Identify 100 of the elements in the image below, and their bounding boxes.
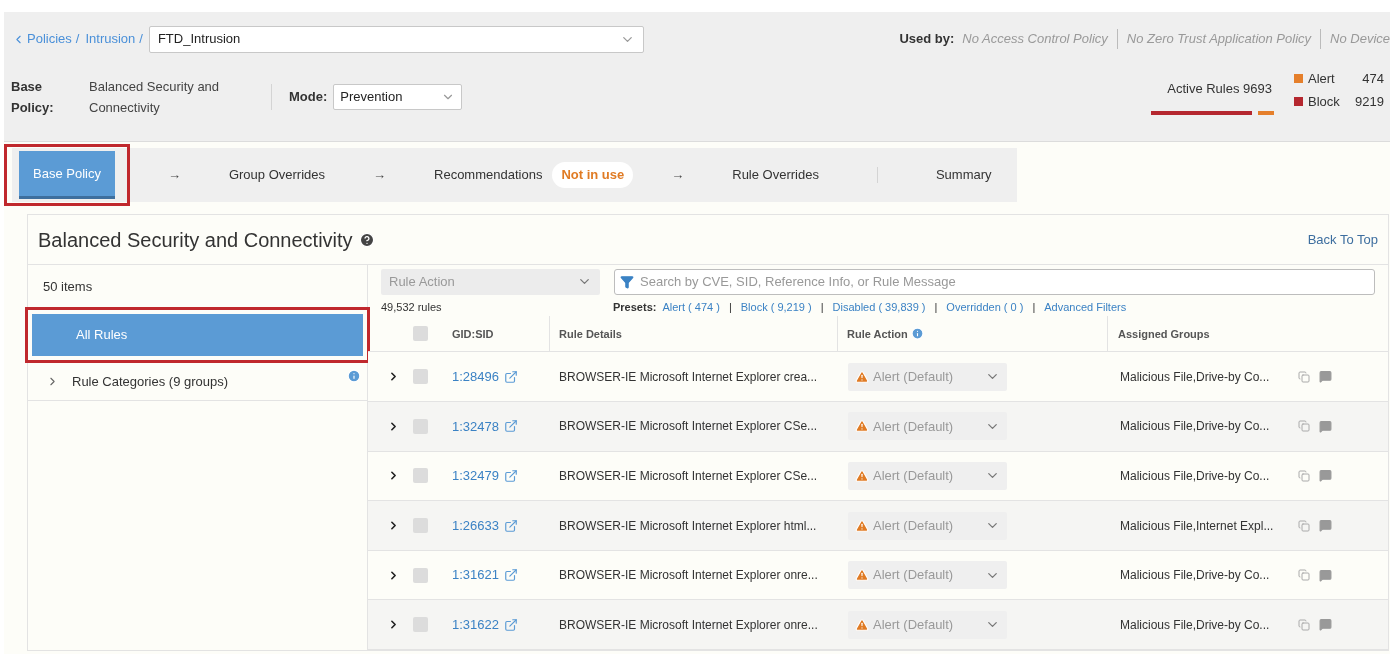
assigned-groups: Malicious File,Drive-by Co...	[1108, 367, 1298, 386]
copy-icon[interactable]	[1298, 618, 1310, 631]
external-link-icon[interactable]	[504, 369, 518, 384]
info-icon[interactable]	[910, 327, 924, 341]
action-select[interactable]: Alert (Default)	[848, 461, 1007, 490]
preset-link[interactable]: Block ( 9,219 )	[740, 299, 812, 316]
copy-icon[interactable]	[1298, 469, 1310, 482]
breadcrumb-link[interactable]: Policies	[27, 29, 72, 49]
step-tab[interactable]: Group Overrides	[218, 151, 335, 199]
action-select[interactable]: Alert (Default)	[848, 561, 1007, 590]
used-by-item: No Zero Trust Application Policy	[1126, 30, 1312, 49]
panel-title: Balanced Security and Connectivity	[38, 227, 353, 253]
mode-select[interactable]: Prevention	[333, 84, 463, 110]
policy-select[interactable]: FTD_Intrusion	[148, 25, 644, 53]
preset-link[interactable]: Overridden ( 0 )	[946, 299, 1024, 316]
presets-label: Presets:	[613, 300, 657, 316]
preset-link[interactable]: Advanced Filters	[1044, 299, 1127, 316]
breadcrumb-separator: /	[139, 30, 143, 49]
assigned-groups: Malicious File,Drive-by Co...	[1108, 466, 1298, 485]
comment-icon[interactable]	[1319, 618, 1332, 632]
legend-count: 474	[1362, 70, 1384, 88]
rule-details: BROWSER-IE Microsoft Internet Explorer onre...	[558, 567, 819, 585]
action-select[interactable]: Alert (Default)	[848, 362, 1007, 391]
comment-icon[interactable]	[1319, 469, 1332, 483]
breadcrumb-link[interactable]: Intrusion	[85, 29, 136, 49]
preset-separator: |	[934, 300, 938, 316]
checkbox[interactable]	[413, 418, 428, 434]
comment-icon[interactable]	[1319, 419, 1332, 433]
external-link-icon[interactable]	[504, 568, 518, 583]
filter-icon	[620, 274, 634, 289]
checkbox[interactable]	[413, 369, 428, 385]
preset-separator: |	[820, 300, 824, 316]
checkbox[interactable]	[413, 567, 428, 583]
warning-icon	[855, 369, 869, 384]
external-link-icon[interactable]	[504, 419, 518, 434]
assigned-groups: Malicious File,Internet Expl...	[1108, 516, 1298, 535]
active-rules-count: Active Rules 9693	[1167, 80, 1272, 99]
sidebar-item[interactable]: All Rules	[32, 314, 363, 356]
checkbox[interactable]	[413, 468, 428, 484]
assigned-groups: Malicious File,Drive-by Co...	[1108, 615, 1298, 634]
copy-icon[interactable]	[1298, 420, 1310, 433]
action-select[interactable]: Alert (Default)	[848, 610, 1007, 639]
used-by-item: No Device	[1330, 30, 1390, 49]
checkbox[interactable]	[413, 326, 428, 342]
sid-link[interactable]: 1:28496	[452, 367, 499, 387]
back-to-top-link[interactable]: Back To Top	[1307, 229, 1378, 250]
help-icon[interactable]	[358, 231, 375, 248]
used-by-item: No Access Control Policy	[962, 30, 1108, 49]
copy-icon[interactable]	[1298, 370, 1310, 383]
legend-label: Block	[1308, 92, 1340, 111]
comment-icon[interactable]	[1319, 519, 1332, 532]
table-row[interactable]: 1:26633 BROWSER-IE Microsoft Internet Explorer html... Alert (Default) Malicious File,Internet Expl...	[368, 501, 1388, 551]
step-tab[interactable]: Summary	[925, 151, 1002, 199]
sid-link[interactable]: 1:31621	[452, 565, 499, 585]
rule-action-select[interactable]: Rule Action	[381, 268, 600, 295]
copy-icon[interactable]	[1298, 569, 1310, 582]
preset-link[interactable]: Disabled ( 39,839 )	[832, 299, 926, 316]
sid-link[interactable]: 1:32478	[452, 416, 499, 437]
status-badge: Not in use	[552, 162, 634, 188]
warning-icon	[855, 518, 869, 533]
copy-icon[interactable]	[1298, 519, 1310, 532]
used-by-label: Used by:	[899, 30, 955, 49]
rule-details: BROWSER-IE Microsoft Internet Explorer crea...	[558, 368, 819, 386]
preset-link[interactable]: Alert ( 474 )	[662, 299, 720, 316]
info-icon[interactable]	[347, 368, 361, 383]
rule-details: BROWSER-IE Microsoft Internet Explorer CSe...	[558, 418, 819, 436]
comment-icon[interactable]	[1319, 370, 1332, 384]
column-header: Rule Details	[550, 316, 838, 352]
external-link-icon[interactable]	[504, 468, 518, 483]
comment-icon[interactable]	[1319, 568, 1332, 582]
base-policy-value: Balanced Security and Connectivity	[89, 78, 221, 117]
external-link-icon[interactable]	[504, 617, 518, 632]
step-tab[interactable]: Rule Overrides	[722, 151, 829, 199]
rule-details: BROWSER-IE Microsoft Internet Explorer html...	[558, 517, 818, 535]
step-tab[interactable]: Base Policy	[19, 151, 115, 199]
legend-count: 9219	[1355, 92, 1384, 111]
step-tab[interactable]: Recommendations	[424, 151, 553, 199]
table-row[interactable]: 1:32478 BROWSER-IE Microsoft Internet Explorer CSe... Alert (Default) Malicious File,Drive-by Co...	[368, 402, 1388, 452]
external-link-icon[interactable]	[504, 518, 518, 533]
checkbox[interactable]	[413, 518, 428, 533]
rule-details: BROWSER-IE Microsoft Internet Explorer CSe...	[558, 467, 819, 485]
search-field[interactable]: Search by CVE, SID, Reference Info, or Rule Message	[614, 268, 1375, 295]
action-select[interactable]: Alert (Default)	[848, 412, 1007, 441]
legend-label: Alert	[1308, 70, 1335, 88]
warning-icon	[855, 419, 869, 434]
action-select[interactable]: Alert (Default)	[848, 511, 1007, 540]
table-row[interactable]: 1:31622 BROWSER-IE Microsoft Internet Explorer onre... Alert (Default) Malicious File,Drive-by Co...	[368, 600, 1388, 650]
sid-link[interactable]: 1:26633	[452, 515, 499, 536]
sidebar-group[interactable]: Rule Categories (9 groups)	[28, 363, 367, 401]
sid-link[interactable]: 1:31622	[452, 614, 499, 635]
checkbox[interactable]	[413, 617, 428, 633]
table-row[interactable]: 1:28496 BROWSER-IE Microsoft Internet Explorer crea... Alert (Default) Malicious File,Drive-by Co...	[368, 352, 1388, 403]
assigned-groups: Malicious File,Drive-by Co...	[1108, 417, 1298, 436]
warning-icon	[855, 468, 869, 483]
step-arrow: →	[373, 166, 386, 185]
preset-separator: |	[1032, 300, 1036, 316]
rule-details: BROWSER-IE Microsoft Internet Explorer onre...	[558, 616, 819, 634]
item-count: 50 items	[42, 278, 94, 296]
step-arrow: →	[671, 166, 685, 185]
sid-link[interactable]: 1:32479	[452, 466, 499, 486]
